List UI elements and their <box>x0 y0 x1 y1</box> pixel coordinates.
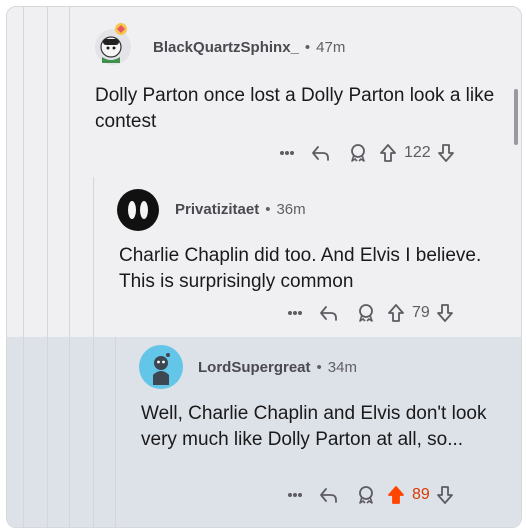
award-icon[interactable] <box>341 143 375 163</box>
avatar[interactable] <box>117 189 159 231</box>
thread-line[interactable] <box>115 337 116 527</box>
username[interactable]: Privatizitaet <box>175 201 259 218</box>
username[interactable]: BlackQuartzSphinx_ <box>153 39 299 56</box>
more-icon[interactable] <box>283 492 307 498</box>
comment-body: Charlie Chaplin did too. And Elvis I bel… <box>119 245 482 292</box>
comment-body: Dolly Parton once lost a Dolly Parton lo… <box>95 85 495 132</box>
scrollbar[interactable] <box>514 89 518 145</box>
award-icon[interactable] <box>349 485 383 505</box>
award-icon[interactable] <box>349 303 383 323</box>
comment-meta: BlackQuartzSphinx_ • 47m <box>153 39 345 56</box>
reply-icon[interactable] <box>307 304 349 322</box>
thread-line[interactable] <box>47 7 48 527</box>
upvote-icon[interactable] <box>383 303 409 323</box>
username[interactable]: LordSupergreat <box>198 359 311 376</box>
comment-body: Well, Charlie Chaplin and Elvis don't lo… <box>141 403 487 450</box>
vote-count: 89 <box>412 486 430 503</box>
timestamp: 34m <box>327 359 357 376</box>
separator: • <box>304 39 311 56</box>
comment-actions: 89 <box>283 485 457 505</box>
comment-actions: 122 <box>275 143 458 163</box>
avatar[interactable] <box>139 345 183 389</box>
timestamp: 47m <box>316 39 346 56</box>
upvote-icon[interactable] <box>375 143 401 163</box>
comment-meta: LordSupergreat • 34m <box>198 359 357 376</box>
reply-icon[interactable] <box>307 486 349 504</box>
downvote-icon[interactable] <box>434 143 458 163</box>
thread-line[interactable] <box>93 177 94 527</box>
downvote-icon[interactable] <box>433 485 457 505</box>
comment-actions: 79 <box>283 303 457 323</box>
comment-meta: Privatizitaet • 36m <box>175 201 306 218</box>
separator: • <box>265 201 271 218</box>
more-icon[interactable] <box>275 150 299 156</box>
vote-count: 122 <box>404 144 431 161</box>
upvote-icon[interactable] <box>383 485 409 505</box>
thread-line[interactable] <box>69 7 70 527</box>
comment-thread: BlackQuartzSphinx_ • 47m Dolly Parton once… <box>6 6 522 528</box>
reply-icon[interactable] <box>299 144 341 162</box>
avatar[interactable] <box>95 23 131 65</box>
downvote-icon[interactable] <box>433 303 457 323</box>
timestamp: 36m <box>276 201 306 218</box>
thread-line[interactable] <box>23 7 24 527</box>
more-icon[interactable] <box>283 310 307 316</box>
separator: • <box>316 359 322 376</box>
vote-count: 79 <box>412 304 430 321</box>
